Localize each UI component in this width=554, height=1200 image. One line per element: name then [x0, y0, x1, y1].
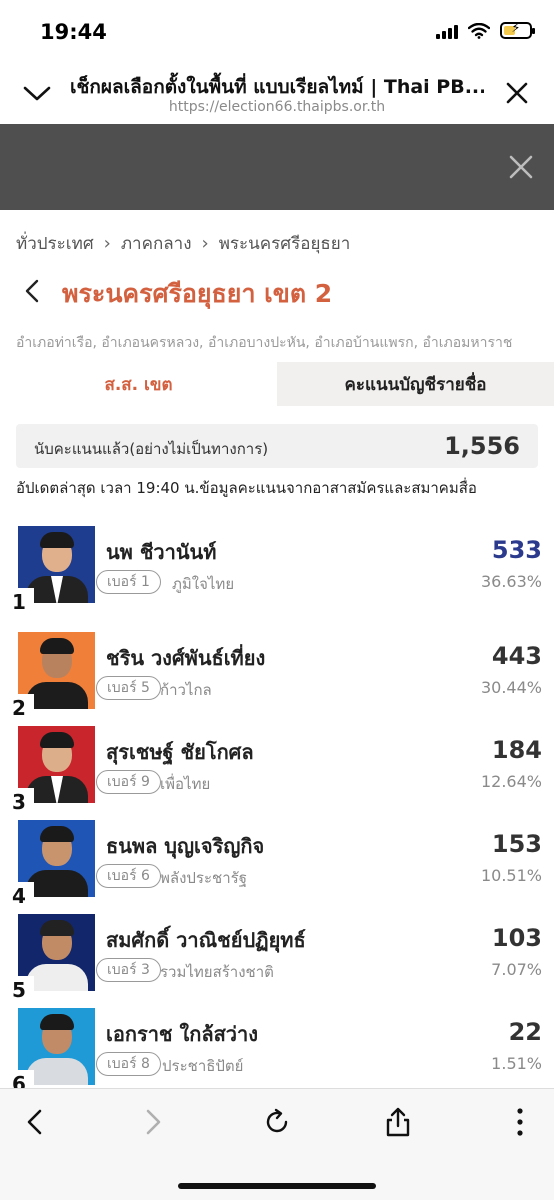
candidate-number-badge: เบอร์ 9 — [96, 770, 161, 794]
breadcrumb-item-country[interactable]: ทั่วประเทศ — [16, 230, 94, 257]
share-icon[interactable] — [381, 1105, 415, 1139]
candidate-party: พลังประชารัฐ — [160, 869, 247, 887]
candidate-rank: 3 — [8, 788, 34, 818]
candidate-votes: 184 — [491, 736, 542, 764]
wifi-icon — [468, 22, 490, 39]
page-url: https://election66.thaipbs.or.th — [168, 99, 386, 115]
tab-party-list[interactable]: คะแนนบัญชีรายชื่อ — [277, 362, 554, 406]
candidate-row[interactable]: 5 สมศักดิ์ วาณิชย์ปฏิยุทธ์เบอร์ 3 รวมไทยสร… — [0, 914, 554, 1006]
candidate-percent: 7.07% — [491, 960, 542, 979]
candidate-name: สุรเชษฐ์ ชัยโกศล — [106, 740, 254, 764]
tab-constituency[interactable]: ส.ส. เขต — [0, 362, 277, 406]
close-icon[interactable] — [502, 78, 532, 108]
candidate-party: เพื่อไทย — [160, 775, 211, 793]
candidate-number-badge: เบอร์ 3 — [96, 958, 161, 982]
browser-toolbar — [0, 1088, 554, 1200]
status-bar: 19:44 ⚡ — [0, 0, 554, 64]
chevron-right-icon: › — [103, 233, 111, 254]
district-title: พระนครศรีอยุธยา เขต 2 — [62, 279, 333, 308]
candidate-number-badge: เบอร์ 5 — [96, 676, 161, 700]
candidate-number-badge: เบอร์ 1 — [96, 570, 161, 594]
home-indicator — [178, 1183, 376, 1189]
candidate-name: สมศักดิ์ วาณิชย์ปฏิยุทธ์ — [106, 928, 306, 952]
candidate-party: ก้าวไกล — [160, 681, 212, 699]
forward-icon[interactable] — [136, 1105, 170, 1139]
candidate-votes: 22 — [508, 1018, 542, 1046]
back-arrow-icon[interactable] — [22, 278, 44, 304]
vote-count-label: นับคะแนนแล้ว(อย่างไม่เป็นทางการ) — [34, 440, 269, 458]
chevron-down-icon[interactable] — [22, 78, 52, 108]
candidate-name: ชริน วงศ์พันธ์เที่ยง — [106, 646, 266, 670]
vote-count-value: 1,556 — [444, 432, 520, 460]
candidate-name: ธนพล บุญเจริญกิจ — [106, 834, 265, 858]
candidate-number-badge: เบอร์ 6 — [96, 864, 161, 888]
breadcrumb-item-province[interactable]: พระนครศรีอยุธยา — [219, 230, 351, 257]
last-updated-note: อัปเดตล่าสุด เวลา 19:40 น.ข้อมูลคะแนนจาก… — [16, 479, 477, 497]
candidate-votes: 153 — [491, 830, 542, 858]
battery-icon: ⚡ — [500, 21, 535, 39]
candidate-row[interactable]: 1 นพ ชีวานันท์เบอร์ 1 ภูมิใจไทย 533 36.63% — [0, 526, 554, 618]
candidate-rank: 6 — [8, 1070, 34, 1088]
candidate-percent: 30.44% — [480, 678, 542, 697]
browser-header: เช็กผลเลือกตั้งในพื้นที่ แบบเรียลไทม์ | … — [0, 64, 554, 124]
candidate-row[interactable]: 6 เอกราช ใกล้สว่างเบอร์ 8 ประชาธิปัตย์ 22 1.… — [0, 1008, 554, 1088]
candidate-name: นพ ชีวานันท์ — [106, 540, 217, 564]
cellular-signal-icon — [436, 23, 458, 39]
more-icon[interactable] — [503, 1105, 537, 1139]
breadcrumb-item-region[interactable]: ภาคกลาง — [121, 230, 192, 257]
chevron-right-icon: › — [201, 233, 209, 254]
page-title: เช็กผลเลือกตั้งในพื้นที่ แบบเรียลไทม์ | … — [70, 76, 484, 98]
status-icons: ⚡ — [436, 21, 535, 39]
vote-count-box: นับคะแนนแล้ว(อย่างไม่เป็นทางการ) 1,556 — [16, 424, 538, 468]
result-tabs: ส.ส. เขต คะแนนบัญชีรายชื่อ — [0, 362, 554, 406]
candidate-row[interactable]: 4 ธนพล บุญเจริญกิจเบอร์ 6 พลังประชารัฐ 153 1… — [0, 820, 554, 912]
candidate-name: เอกราช ใกล้สว่าง — [106, 1022, 259, 1046]
candidate-votes: 443 — [491, 642, 542, 670]
close-modal-icon[interactable] — [508, 154, 534, 180]
breadcrumb: ทั่วประเทศ › ภาคกลาง › พระนครศรีอยุธยา — [16, 230, 350, 257]
results-sheet: ทั่วประเทศ › ภาคกลาง › พระนครศรีอยุธยา พ… — [0, 210, 554, 1088]
back-icon[interactable] — [18, 1105, 52, 1139]
candidate-percent: 36.63% — [480, 572, 542, 591]
candidate-party: ประชาธิปัตย์ — [162, 1057, 244, 1075]
candidate-rank: 1 — [8, 588, 34, 618]
candidate-row[interactable]: 2 ชริน วงศ์พันธ์เที่ยงเบอร์ 5 ก้าวไกล 443 30… — [0, 632, 554, 724]
candidate-percent: 1.51% — [491, 1054, 542, 1073]
candidate-rank: 5 — [8, 976, 34, 1006]
modal-backdrop[interactable] — [0, 124, 554, 210]
candidate-rank: 4 — [8, 882, 34, 912]
candidate-votes: 533 — [491, 536, 542, 564]
candidate-percent: 10.51% — [480, 866, 542, 885]
candidate-row[interactable]: 3 สุรเชษฐ์ ชัยโกศลเบอร์ 9 เพื่อไทย 184 12.64… — [0, 726, 554, 818]
candidate-rank: 2 — [8, 694, 34, 724]
candidate-votes: 103 — [491, 924, 542, 952]
subdistrict-list: อำเภอท่าเรือ, อำเภอนครหลวง, อำเภอบางปะหั… — [16, 335, 513, 351]
candidate-percent: 12.64% — [480, 772, 542, 791]
candidate-party: รวมไทยสร้างชาติ — [160, 963, 274, 981]
candidate-party: ภูมิใจไทย — [172, 575, 235, 593]
reload-icon[interactable] — [260, 1105, 294, 1139]
candidate-number-badge: เบอร์ 8 — [96, 1052, 161, 1076]
status-time: 19:44 — [40, 20, 107, 44]
